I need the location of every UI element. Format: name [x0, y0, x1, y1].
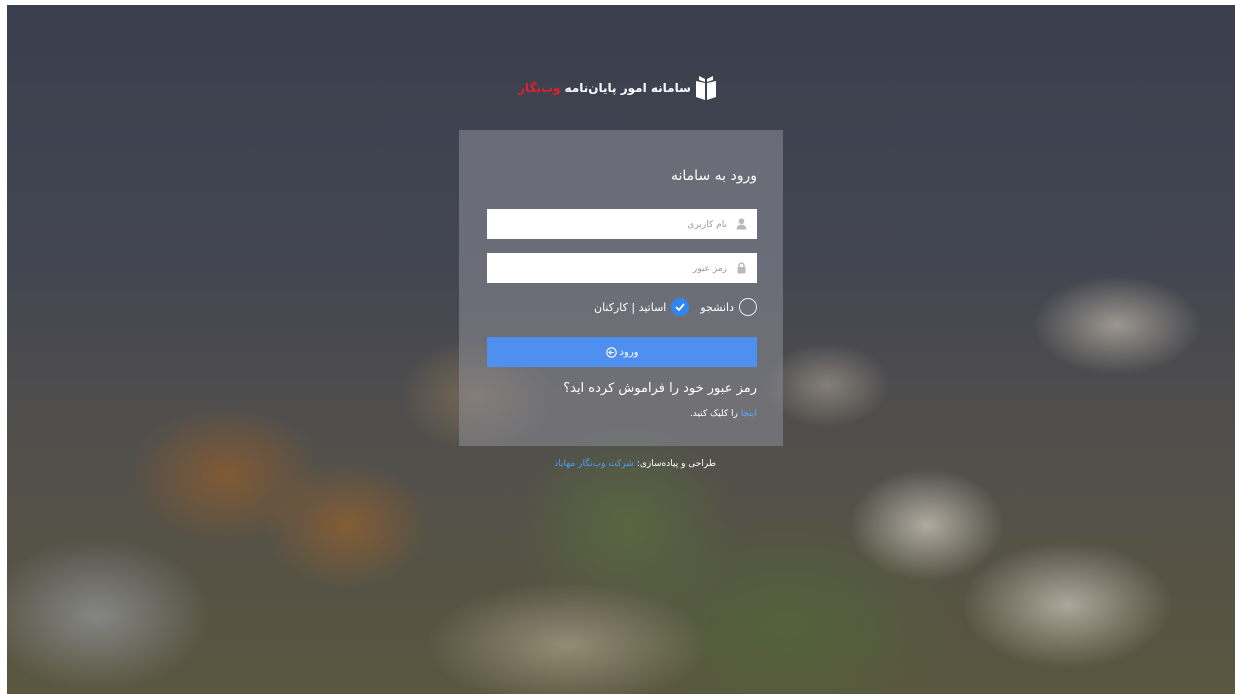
footer-credit-prefix: طراحی و پیاده‌سازی: — [636, 459, 716, 469]
role-radio-student[interactable] — [739, 298, 757, 316]
header: سامانه امور پایان‌نامه وب‌نگار — [0, 72, 1235, 104]
app-title: سامانه امور پایان‌نامه — [564, 81, 691, 95]
forgot-password-link[interactable]: اینجا — [741, 409, 757, 419]
password-input[interactable] — [493, 253, 729, 285]
book-icon — [695, 76, 716, 100]
login-button[interactable]: ورود — [487, 337, 757, 367]
username-input[interactable] — [493, 209, 729, 241]
forgot-password-heading: رمز عبور خود را فراموش کرده اید؟ — [563, 381, 757, 396]
login-button-label: ورود — [619, 346, 639, 358]
lock-icon — [737, 262, 746, 274]
username-field[interactable] — [487, 209, 757, 241]
password-field[interactable] — [487, 253, 757, 285]
role-selector: دانشجو اساتید | کارکنان — [589, 296, 757, 318]
role-label-staff[interactable]: اساتید | کارکنان — [594, 301, 666, 314]
role-label-student[interactable]: دانشجو — [700, 301, 734, 314]
login-panel: ورود به سامانه دانشجو اساتید | کارکنان و… — [459, 130, 783, 446]
login-heading: ورود به سامانه — [671, 168, 757, 184]
checkmark-icon — [675, 303, 686, 311]
user-icon — [736, 218, 747, 230]
footer-credit: طراحی و پیاده‌سازی: شرکت وب‌نگار مهاباد — [554, 459, 716, 469]
role-radio-staff[interactable] — [671, 298, 690, 316]
forgot-password-suffix: را کلیک کنید. — [689, 409, 738, 419]
arrow-circle-left-icon — [605, 346, 617, 358]
brand-accent: وب‌نگار — [518, 81, 561, 95]
forgot-password-help: اینجا را کلیک کنید. — [690, 409, 757, 419]
footer-company-link[interactable]: شرکت وب‌نگار مهاباد — [554, 459, 634, 469]
brand-logo: سامانه امور پایان‌نامه وب‌نگار — [518, 75, 717, 101]
